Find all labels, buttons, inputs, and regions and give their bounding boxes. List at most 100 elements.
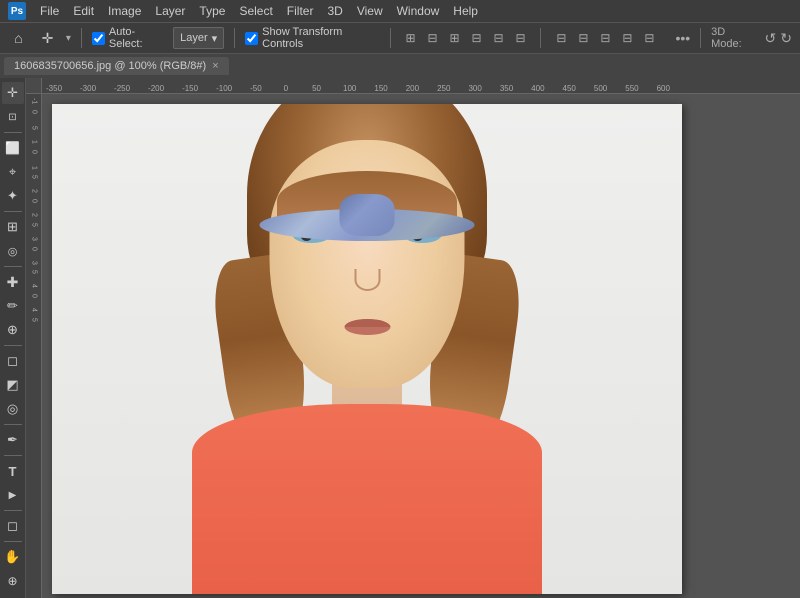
ruler-mark: -150 xyxy=(182,84,198,93)
eraser-tool[interactable]: ◻ xyxy=(2,350,24,372)
menu-edit[interactable]: Edit xyxy=(73,4,94,18)
tool-separator-1 xyxy=(4,132,22,133)
more-options-icon[interactable]: ••• xyxy=(675,30,690,46)
portrait-image xyxy=(52,104,682,594)
move-tool-arrow: ▾ xyxy=(66,33,71,44)
menu-help[interactable]: Help xyxy=(453,4,478,18)
align-center-icon[interactable]: ⊟ xyxy=(422,28,442,48)
chevron-down-icon: ▾ xyxy=(212,32,218,45)
ruler-mark: 5 xyxy=(31,270,38,274)
ruler-mark: 4 xyxy=(31,308,38,312)
eyedropper-tool[interactable]: ◎ xyxy=(2,240,24,262)
tool-separator-3 xyxy=(4,266,22,267)
menu-view[interactable]: View xyxy=(357,4,383,18)
move-tool-icon[interactable]: ✛ xyxy=(37,27,58,49)
gradient-tool[interactable]: ◩ xyxy=(2,374,24,396)
body-shirt xyxy=(192,404,542,594)
separator-5 xyxy=(700,28,701,48)
rotate-left-icon[interactable]: ↺ xyxy=(765,30,777,47)
shape-tool[interactable]: ◻ xyxy=(2,515,24,537)
lips xyxy=(344,319,390,335)
auto-select-checkbox[interactable] xyxy=(92,32,105,45)
ruler-mark: 400 xyxy=(531,84,544,93)
dist-top-icon[interactable]: ⊟ xyxy=(617,28,637,48)
ruler-mark: 4 xyxy=(31,284,38,288)
ruler-top: -350 -300 -250 -200 -150 -100 -50 0 50 1… xyxy=(26,78,800,94)
canvas-viewport[interactable] xyxy=(42,94,800,598)
stamp-tool[interactable]: ⊕ xyxy=(2,319,24,341)
rotate-icons-group: ↺ ↻ xyxy=(765,30,792,47)
ruler-mark: 0 xyxy=(284,84,288,93)
path-selection-tool[interactable]: ▶ xyxy=(2,484,24,506)
dist-left-icon[interactable]: ⊟ xyxy=(551,28,571,48)
ruler-mark: -300 xyxy=(80,84,96,93)
transform-checkbox[interactable] xyxy=(245,32,258,45)
align-top-icon[interactable]: ⊟ xyxy=(466,28,486,48)
zoom-tool[interactable]: ⊕ xyxy=(2,570,24,592)
ruler-mark: 0 xyxy=(31,247,38,251)
menu-select[interactable]: Select xyxy=(239,4,272,18)
dist-middle-icon[interactable]: ⊟ xyxy=(639,28,659,48)
tool-separator-5 xyxy=(4,424,22,425)
menu-3d[interactable]: 3D xyxy=(327,4,342,18)
ruler-mark: 250 xyxy=(437,84,450,93)
menu-file[interactable]: File xyxy=(40,4,59,18)
ruler-mark: 5 xyxy=(31,126,38,130)
lasso-tool[interactable]: ⌖ xyxy=(2,161,24,183)
dodge-tool[interactable]: ◎ xyxy=(2,398,24,420)
ruler-mark: 5 xyxy=(31,223,38,227)
artboard-tool[interactable]: ⊡ xyxy=(2,106,24,128)
type-tool[interactable]: T xyxy=(2,460,24,482)
ruler-mark: 500 xyxy=(594,84,607,93)
align-bottom-icon[interactable]: ⊟ xyxy=(510,28,530,48)
ruler-mark: 0 xyxy=(31,199,38,203)
ruler-mark: -100 xyxy=(216,84,232,93)
ruler-mark: 3 xyxy=(31,237,38,241)
dist-right-icon[interactable]: ⊟ xyxy=(595,28,615,48)
main-area: ✛ ⊡ ⬜ ⌖ ✦ ⊞ ◎ ✚ ✏ ⊕ ◻ ◩ ◎ ✒ T ▶ ◻ ✋ ⊕ -3… xyxy=(0,78,800,598)
auto-select-label: Auto-Select: xyxy=(109,26,165,50)
headband-knot xyxy=(340,194,395,236)
move-tool[interactable]: ✛ xyxy=(2,82,24,104)
tool-separator-4 xyxy=(4,345,22,346)
ruler-mark: -1 xyxy=(31,98,38,104)
ruler-mark: 350 xyxy=(500,84,513,93)
menu-type[interactable]: Type xyxy=(199,4,225,18)
show-transform-option[interactable]: Show Transform Controls xyxy=(245,26,379,50)
home-icon[interactable]: ⌂ xyxy=(8,27,29,49)
healing-tool[interactable]: ✚ xyxy=(2,271,24,293)
dist-center-icon[interactable]: ⊟ xyxy=(573,28,593,48)
tool-separator-6 xyxy=(4,455,22,456)
ruler-mark: 0 xyxy=(31,150,38,154)
align-left-icon[interactable]: ⊞ xyxy=(400,28,420,48)
crop-tool[interactable]: ⊞ xyxy=(2,216,24,238)
auto-select-option[interactable]: Auto-Select: xyxy=(92,26,165,50)
layer-dropdown[interactable]: Layer ▾ xyxy=(173,27,224,49)
separator-1 xyxy=(81,28,82,48)
tool-separator-2 xyxy=(4,211,22,212)
rect-select-tool[interactable]: ⬜ xyxy=(2,137,24,159)
doc-tab[interactable]: 1606835700656.jpg @ 100% (RGB/8#) × xyxy=(4,57,229,75)
ruler-left-marks: -1 0 5 1 0 1 5 2 0 2 5 3 0 3 5 4 0 xyxy=(26,94,42,322)
ruler-mark: -250 xyxy=(114,84,130,93)
ps-logo: Ps xyxy=(8,2,26,20)
wand-tool[interactable]: ✦ xyxy=(2,185,24,207)
menu-layer[interactable]: Layer xyxy=(155,4,185,18)
tool-separator-7 xyxy=(4,510,22,511)
doc-tab-close-icon[interactable]: × xyxy=(212,60,218,72)
ruler-mark: -350 xyxy=(46,84,62,93)
align-right-icon[interactable]: ⊞ xyxy=(444,28,464,48)
menu-filter[interactable]: Filter xyxy=(287,4,314,18)
rotate-right-icon[interactable]: ↻ xyxy=(780,30,792,47)
menu-window[interactable]: Window xyxy=(397,4,440,18)
ruler-mark: 100 xyxy=(343,84,356,93)
pen-tool[interactable]: ✒ xyxy=(2,429,24,451)
brush-tool[interactable]: ✏ xyxy=(2,295,24,317)
align-middle-icon[interactable]: ⊟ xyxy=(488,28,508,48)
menu-image[interactable]: Image xyxy=(108,4,141,18)
ruler-mark: 5 xyxy=(31,175,38,179)
canvas-area: -350 -300 -250 -200 -150 -100 -50 0 50 1… xyxy=(26,78,800,598)
hand-tool[interactable]: ✋ xyxy=(2,546,24,568)
ruler-mark: -200 xyxy=(148,84,164,93)
nose xyxy=(354,269,380,291)
